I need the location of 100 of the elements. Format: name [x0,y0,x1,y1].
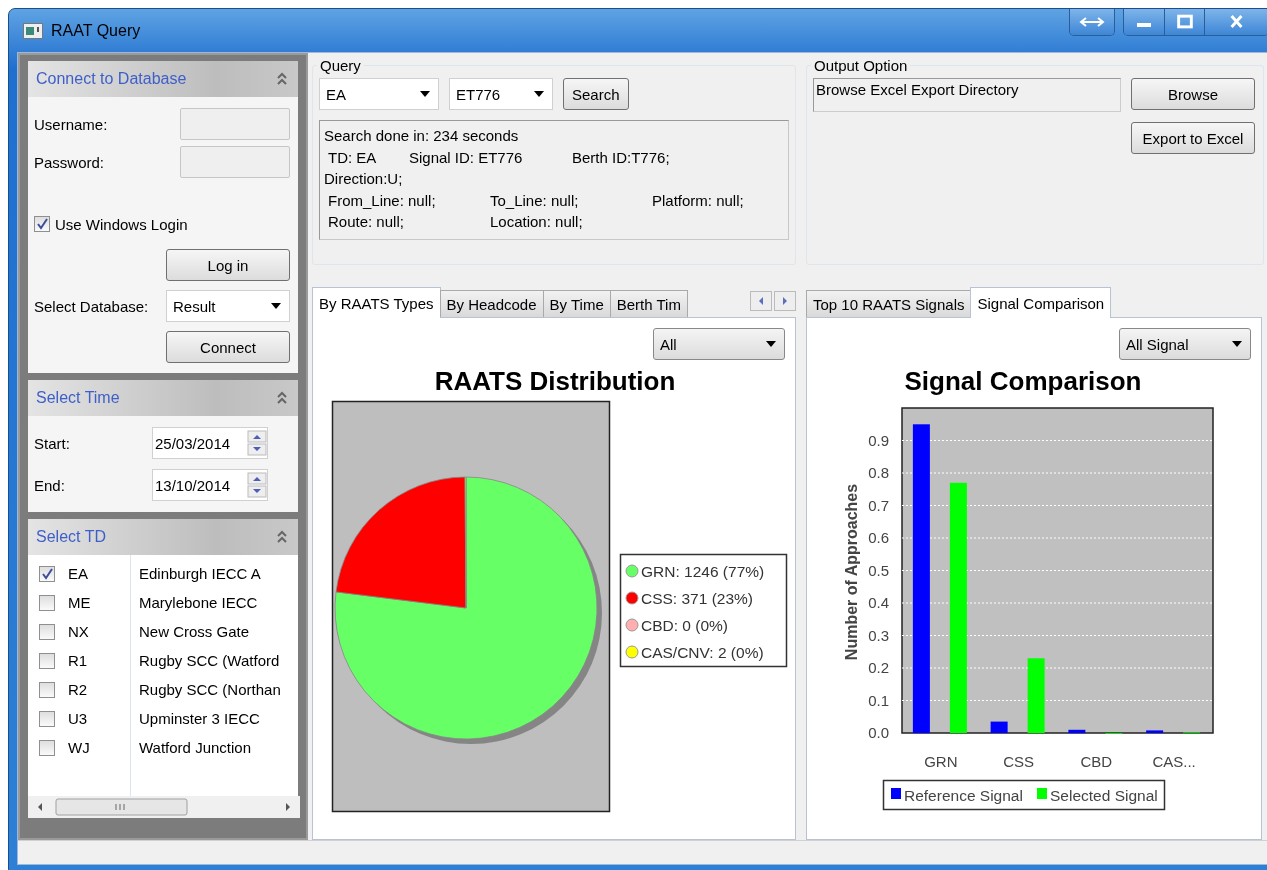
td-code: R2 [68,681,88,698]
signal-dropdown[interactable]: ET776 [449,78,553,110]
password-field[interactable] [180,146,290,178]
axis-tick-label: 0.4 [868,594,889,611]
export-button[interactable]: Export to Excel [1131,122,1255,154]
collapse-icon[interactable] [276,72,288,86]
axis-tick-label: CBD [1080,753,1113,770]
legend-label: CBD: 0 (0%) [641,617,728,634]
panel-header[interactable]: Connect to Database [28,61,298,97]
result-text: From_Line: null; [328,190,437,211]
field-label: Start: [34,434,70,452]
database-dropdown[interactable]: Result [166,290,290,322]
legend-label: CAS/CNV: 2 (0%) [641,644,764,661]
tab[interactable]: Top 10 RAATS Signals [806,290,972,317]
tab[interactable]: Berth Tim [609,290,688,317]
checkbox[interactable] [39,594,55,611]
axis-tick-label: 0.6 [868,529,889,546]
filter-dropdown[interactable]: All [653,328,785,360]
result-text: TD: EA [328,147,378,168]
legend-label: GRN: 1246 (77%) [641,563,765,580]
tab[interactable]: Signal Comparison [970,287,1112,318]
td-code: EA [68,565,88,582]
tab[interactable]: By Headcode [439,290,544,317]
td-code: WJ [68,739,90,756]
chart-title: Signal Comparison [904,366,1142,396]
axis-tick-label: 0.8 [868,464,889,481]
dropdown-arrow-icon [271,303,281,309]
bar [1146,730,1164,733]
connect-button[interactable]: Connect [166,331,290,363]
tab[interactable]: By RAATS Types [312,287,441,318]
panel-header[interactable]: Select Time [28,380,298,416]
axis-tick-label: CAS... [1152,753,1196,770]
axis-tick-label: CSS [1003,753,1035,770]
tab-scroll-left-icon[interactable] [750,291,772,311]
td-code: NX [68,623,89,640]
horizontal-scrollbar[interactable] [28,796,300,818]
collapse-icon[interactable] [276,391,288,405]
td-code: R1 [68,652,88,669]
field-label: Select Database: [34,297,149,315]
result-text: Route: null; [328,212,405,232]
collapse-icon[interactable] [276,530,288,544]
field-label: End: [34,476,65,494]
result-text: Berth ID:T776; [572,147,670,168]
checkbox[interactable] [39,623,55,640]
td-code: ME [68,594,91,611]
app-icon [23,22,43,39]
date-spinner[interactable]: 25/03/2014 [152,427,268,459]
tab-scroll-right-icon[interactable] [774,291,796,311]
tab[interactable]: By Time [542,290,611,317]
legend-label: Reference Signal [904,787,1023,804]
axis-tick-label: 0.9 [868,431,889,449]
maximize-icon[interactable] [1164,9,1204,35]
resize-arrows-icon[interactable] [1070,9,1114,35]
td-code: U3 [68,710,88,727]
date-spinner[interactable]: 13/10/2014 [152,469,268,501]
td-name: Edinburgh IECC A [139,565,261,582]
dropdown-arrow-icon [1232,341,1242,347]
checkbox[interactable] [39,710,55,727]
td-name: Marylebone IECC [139,594,258,611]
result-text: Signal ID: ET776 [409,147,524,168]
td-name: Rugby SCC (Watford [139,652,280,669]
checkbox[interactable] [39,652,55,669]
minimize-icon[interactable] [1124,9,1164,35]
axis-tick-label: 0.5 [868,561,889,579]
login-button[interactable]: Log in [166,249,290,281]
panel-header[interactable]: Select TD [28,519,298,555]
checkbox[interactable] [39,681,55,698]
field-label: Username: [34,115,108,133]
dropdown-arrow-icon [420,91,430,97]
result-text: To_Line: null; [490,190,580,211]
dropdown-arrow-icon [766,341,776,347]
directory-field[interactable]: Browse Excel Export Directory [813,78,1121,112]
legend-label: Selected Signal [1050,787,1158,804]
bar [1068,729,1086,734]
username-field[interactable] [180,108,290,140]
search-button[interactable]: Search [563,78,629,110]
field-label: Password: [34,153,105,171]
result-text: Platform: null; [652,190,744,211]
spinner-arrows-icon[interactable] [247,472,267,498]
td-name: Rugby SCC (Northan [139,681,281,698]
checkbox[interactable] [34,216,50,232]
legend-label: CSS: 371 (23%) [641,590,753,607]
td-name: Upminster 3 IECC [139,710,260,727]
chart-title: RAATS Distribution [434,366,676,396]
checkbox[interactable] [39,739,55,756]
group-title: Output Option [813,57,909,74]
td-dropdown[interactable]: EA [319,78,439,110]
axis-tick-label: 0.0 [868,724,889,741]
browse-button[interactable]: Browse [1131,78,1255,110]
checkbox[interactable] [39,565,55,582]
axis-tick-label: 0.2 [868,659,889,676]
axis-tick-label: 0.3 [868,626,889,644]
dropdown-arrow-icon [534,91,544,97]
filter-dropdown[interactable]: All Signal [1119,328,1251,360]
result-text: Direction:U; [324,169,403,189]
result-text: Search done in: 234 seconds [324,126,519,146]
spinner-arrows-icon[interactable] [247,430,267,456]
axis-tick-label: 0.1 [868,691,889,709]
result-text: Location: null; [490,212,584,232]
close-icon[interactable] [1204,9,1267,35]
